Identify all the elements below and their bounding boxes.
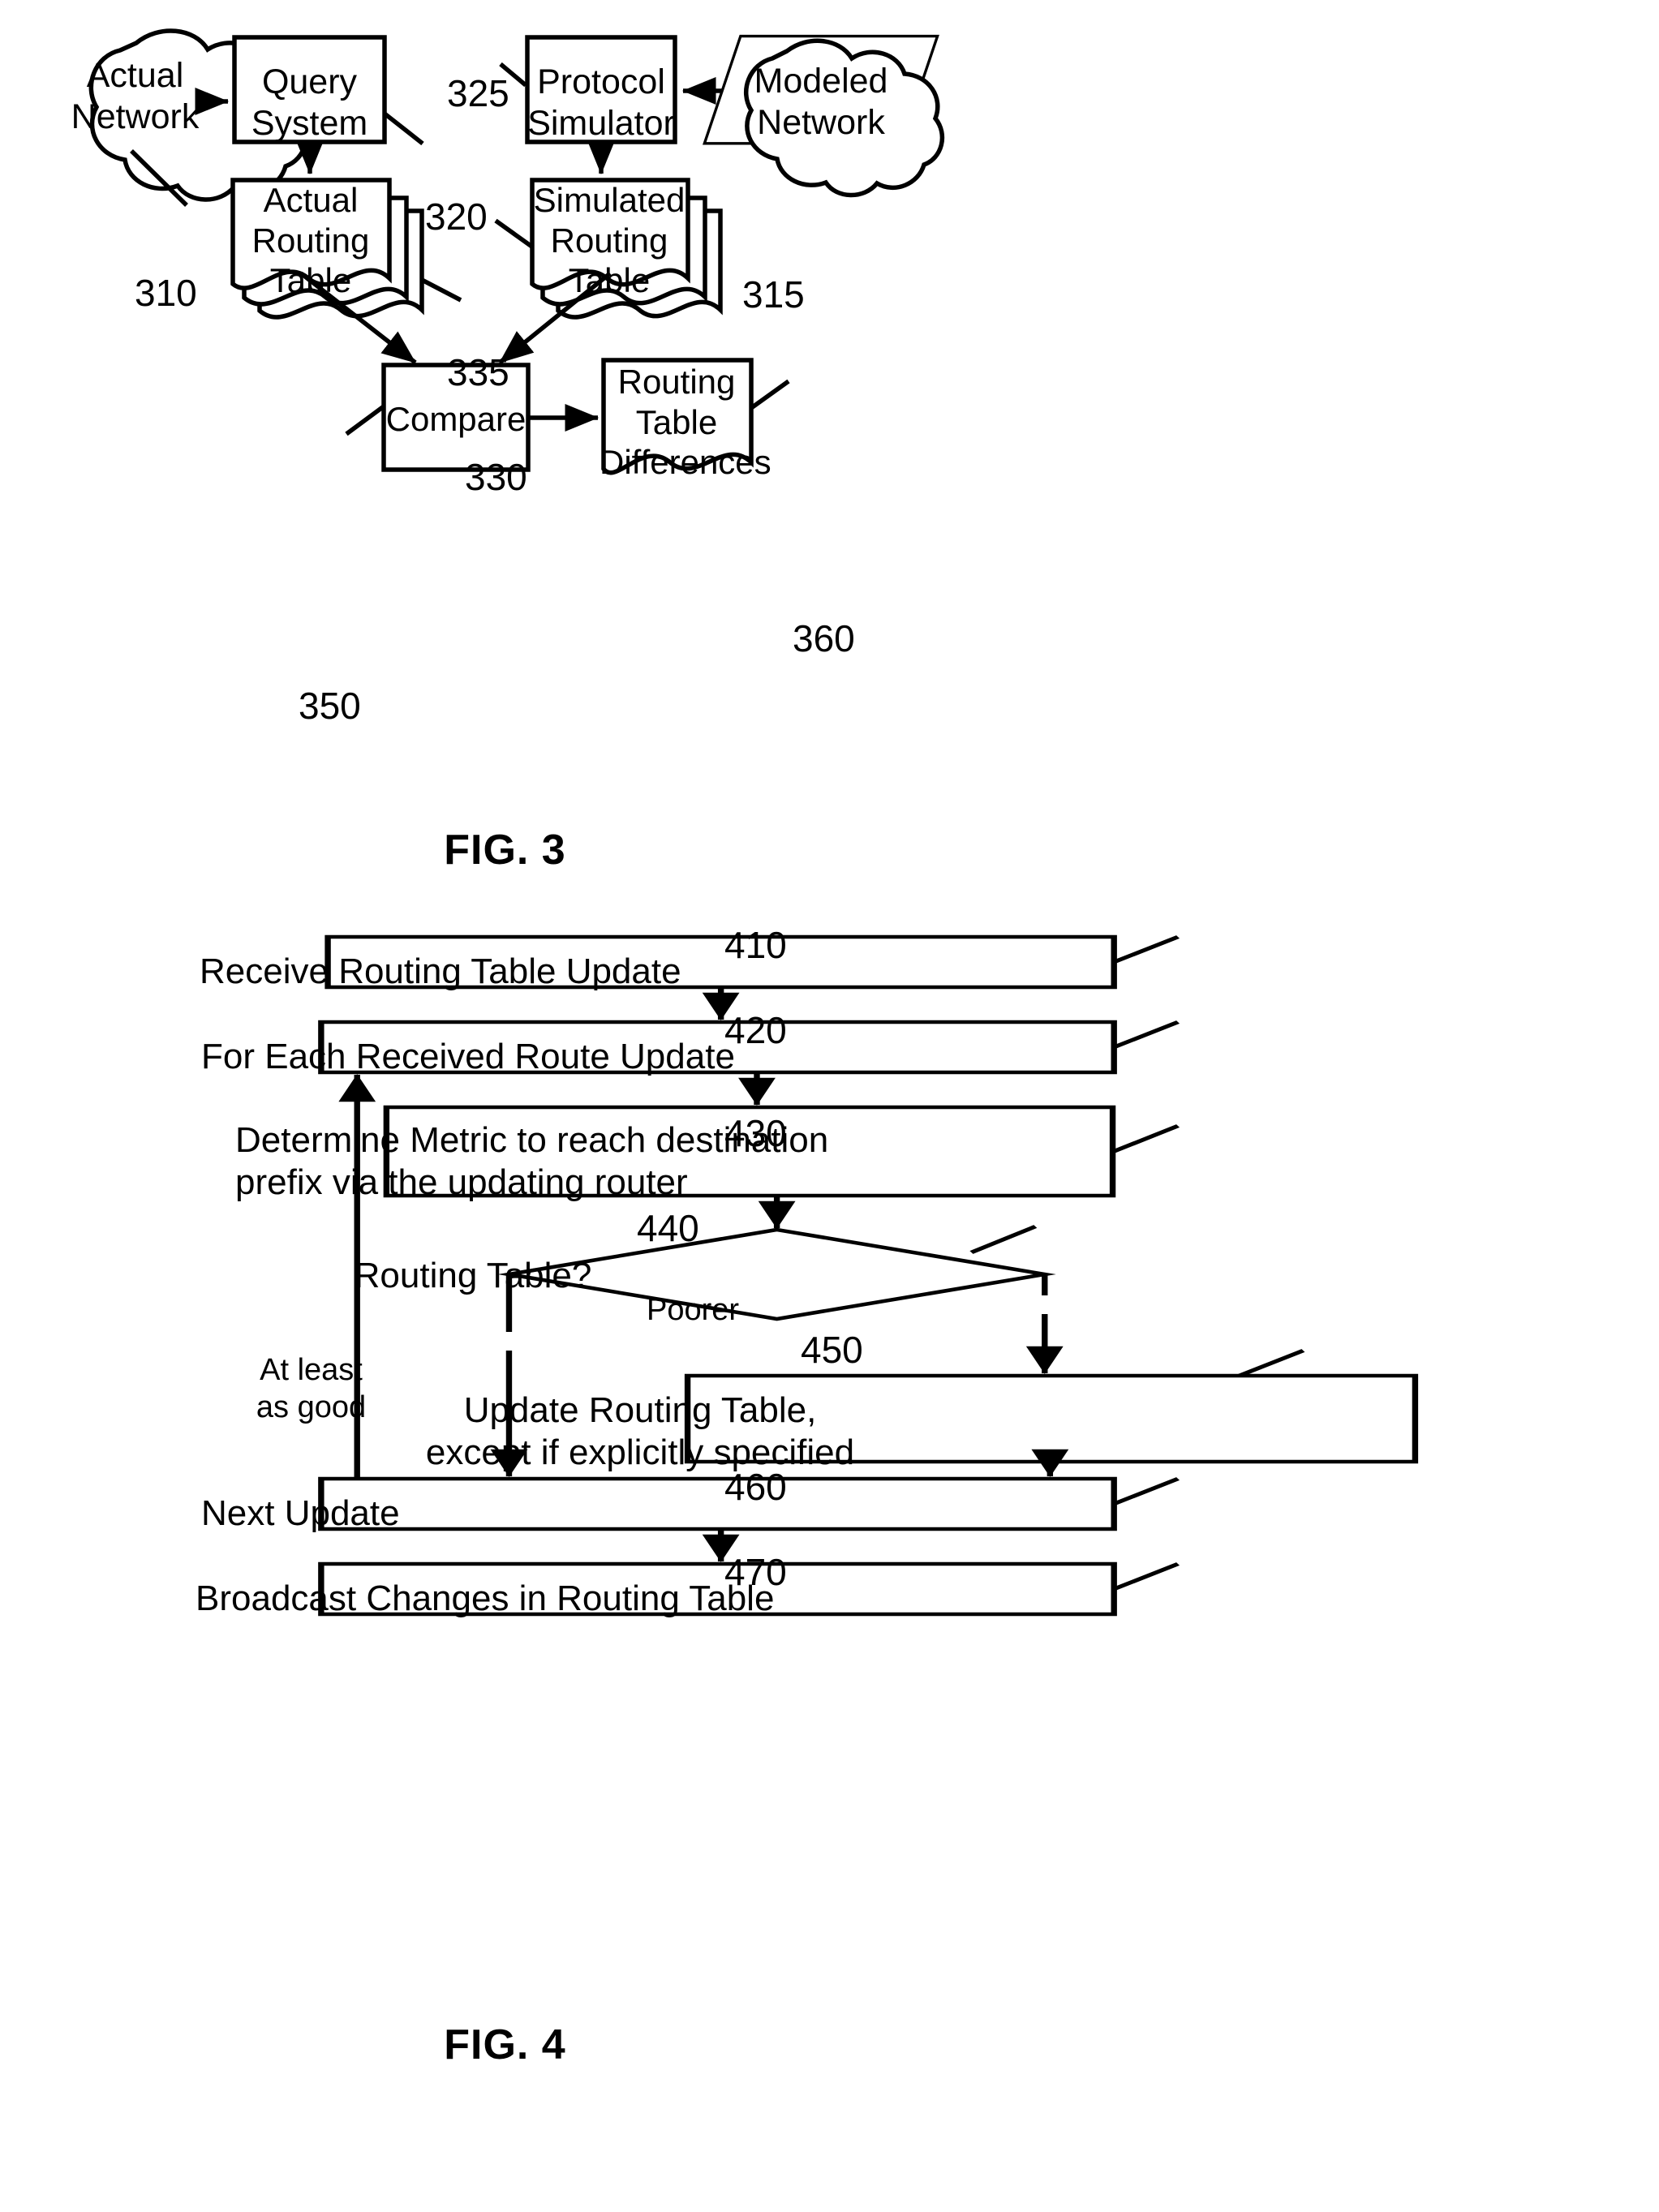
- ref-330: 330: [465, 456, 527, 498]
- for-each-update-label: For Each Received Route Update: [201, 1037, 735, 1076]
- receive-update-label: Receive Routing Table Update: [200, 951, 681, 991]
- ref-430: 430: [724, 1112, 787, 1154]
- actual-network-label: Actual Network: [71, 56, 200, 136]
- patent-drawing-sheet: Actual Network Query System Protocol Sim…: [0, 0, 1659, 2140]
- ref-310: 310: [135, 272, 197, 314]
- determine-metric-label: Determine Metric to reach destination pr…: [235, 1120, 828, 1202]
- ref-360: 360: [793, 617, 855, 659]
- ref-line-450: [1237, 1349, 1305, 1377]
- compare-label: Compare: [385, 400, 526, 438]
- protocol-simulator-label: Protocol Simulator: [527, 62, 675, 143]
- decision-label: Routing Table?: [354, 1256, 592, 1295]
- ref-335: 335: [447, 351, 509, 393]
- broadcast-changes-label: Broadcast Changes in Routing Table: [196, 1578, 775, 1618]
- ref-line-470: [1112, 1562, 1180, 1591]
- ref-350: 350: [299, 685, 361, 727]
- ref-470: 470: [724, 1551, 787, 1593]
- ref-420: 420: [724, 1009, 787, 1051]
- ref-line-420: [1112, 1020, 1180, 1049]
- update-routing-table-label: Update Routing Table, except if explicit…: [425, 1390, 855, 1472]
- ref-440: 440: [637, 1207, 699, 1249]
- branch-label-at-least-as-good: At least as good: [256, 1353, 367, 1424]
- ref-460: 460: [724, 1466, 787, 1508]
- ref-450: 450: [801, 1329, 863, 1371]
- ref-410: 410: [724, 924, 787, 966]
- ref-line-460: [1112, 1477, 1180, 1505]
- ref-line-440: [969, 1225, 1038, 1254]
- fig3-caption: FIG. 3: [444, 827, 566, 874]
- fig4-geometry: [318, 934, 1419, 1617]
- next-update-label: Next Update: [201, 1493, 400, 1533]
- modeled-network-label: Modeled Network: [754, 62, 888, 142]
- fig4-caption: FIG. 4: [444, 2021, 566, 2068]
- simulated-routing-table-label: Simulated Routing Table: [533, 181, 686, 300]
- ref-315: 315: [742, 273, 805, 316]
- query-system-label: Query System: [251, 62, 368, 143]
- ref-line-430: [1111, 1124, 1180, 1153]
- routing-table-differences-label: Routing Table Differences: [600, 363, 771, 482]
- branch-label-poorer: Poorer: [647, 1293, 740, 1327]
- ref-325: 325: [447, 72, 509, 114]
- ref-320: 320: [425, 195, 488, 238]
- actual-routing-table-label: Actual Routing Table: [251, 181, 370, 300]
- ref-line-410: [1112, 935, 1180, 964]
